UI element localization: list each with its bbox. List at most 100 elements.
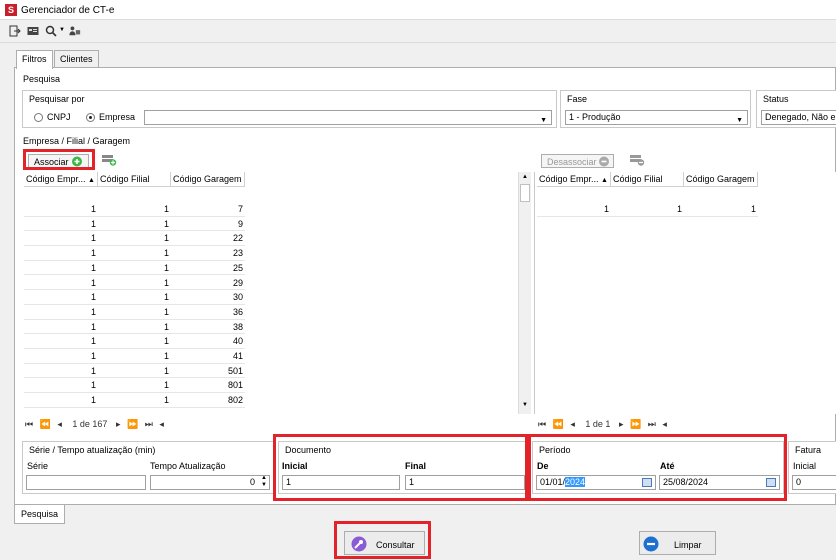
exit-icon[interactable] [9,25,21,37]
add-all-icon[interactable] [101,154,117,166]
empresa-section-title: Empresa / Filial / Garagem [23,136,131,146]
right-col-codigo-garagem[interactable]: Código Garagem [684,172,758,187]
last-page-icon[interactable]: ⏭ [145,419,153,429]
calendar-icon[interactable] [766,478,776,487]
left-table-row[interactable]: 1 1 501 [24,363,245,379]
users-icon[interactable] [69,25,81,37]
next-page-icon[interactable]: ▸ [619,419,624,429]
left-table-cell: 1 [90,321,96,332]
next-block-icon[interactable]: ⏩ [630,419,641,429]
left-col-codigo-empresa[interactable]: Código Empr... ▲ [24,172,98,187]
empresa-label: Empresa [99,112,136,122]
consultar-label: Consultar [376,540,415,550]
scroll-up-icon[interactable]: ▲ [522,174,528,180]
left-table-row[interactable]: 1 1 801 [24,378,245,394]
left-table-cell: 36 [232,306,243,317]
left-table-row[interactable]: 1 1 23 [24,246,245,261]
ate-date-value: 25/08/2024 [663,477,709,487]
calendar-icon[interactable] [642,478,652,487]
left-table-row[interactable]: 1 1 38 [24,319,245,335]
prev-page-icon[interactable]: ◂ [57,419,62,429]
left-table-cell: 1 [163,306,169,317]
prev-block-icon[interactable]: ⏪ [40,419,51,429]
scroll-thumb[interactable] [520,184,530,202]
left-table-cell: 1 [90,395,96,406]
first-page-icon[interactable]: ⏮ [25,419,33,429]
left-table-cell: 1 [163,380,169,391]
left-col-codigo-garagem[interactable]: Código Garagem [171,172,245,187]
left-table-cell: 1 [163,351,169,361]
chevron-down-icon[interactable]: ▼ [59,27,65,33]
left-table-cell: 1 [163,336,169,347]
sort-asc-icon: ▲ [601,177,608,184]
left-grid-scrollbar[interactable]: ▲ ▼ [518,172,531,414]
left-col-codigo-empresa-label: Código Empr... [26,174,86,184]
prev-block-icon[interactable]: ⏪ [553,419,564,429]
documento-final-label: Final [405,461,427,471]
tempo-input[interactable]: 0 ▲ ▼ [150,475,270,490]
next-block-icon[interactable]: ⏩ [127,419,138,429]
left-table-cell: 23 [232,248,243,259]
left-table-row[interactable]: 1 1 36 [24,304,245,320]
card-icon[interactable] [27,25,39,37]
left-table-cell: 1 [163,292,169,303]
consultar-button[interactable]: Consultar [344,531,425,555]
right-pager: ⏮ ⏪ ◂ 1 de 1 ▸ ⏩ ⏭ ◂ [538,419,738,433]
associar-button[interactable]: Associar [28,154,89,168]
right-col-codigo-empresa[interactable]: Código Empr... ▲ [537,172,611,187]
status-group: Status Denegado, Não en [756,90,836,128]
left-table-cell: 501 [227,365,243,376]
left-table-cell: 1 [163,262,169,273]
cnpj-radio[interactable] [34,113,43,122]
last-page-icon[interactable]: ⏭ [648,419,656,429]
fatura-inicial-input[interactable]: 0 [792,475,836,490]
left-table-row[interactable]: 1 1 22 [24,231,245,247]
documento-title: Documento [285,445,332,455]
left-table-row[interactable]: 1 1 7 [24,202,245,217]
prev-page-icon[interactable]: ◂ [570,419,575,429]
ate-date-input[interactable]: 25/08/2024 [659,475,780,490]
periodo-title: Período [539,445,571,455]
fase-select[interactable]: 1 - Produção ▼ [565,110,748,125]
empresa-radio[interactable] [86,113,95,122]
first-page-icon[interactable]: ⏮ [538,419,546,429]
documento-inicial-label: Inicial [282,461,308,471]
tab-filtros[interactable]: Filtros [16,50,53,69]
hscroll-left-icon[interactable]: ◂ [159,419,164,429]
limpar-button[interactable]: Limpar [639,531,716,555]
left-table-row[interactable]: 1 1 41 [24,349,245,364]
left-table-row[interactable]: 1 1 29 [24,275,245,291]
left-table-row[interactable]: 1 1 9 [24,216,245,232]
right-col-codigo-filial[interactable]: Código Filial [611,172,684,187]
left-table-cell: 1 [90,306,96,317]
de-date-selected: 2024 [565,477,586,487]
spinner-icon[interactable]: ▲ ▼ [261,476,267,489]
pesquisa-title: Pesquisa [23,74,61,84]
left-table-cell: 1 [90,365,96,376]
documento-inicial-input[interactable]: 1 [282,475,400,490]
pesquisar-por-title: Pesquisar por [29,94,85,104]
remove-all-icon[interactable] [629,154,645,166]
left-table-cell: 1 [163,204,169,214]
search-icon[interactable] [45,25,57,37]
next-page-icon[interactable]: ▸ [116,419,121,429]
left-table-cell: 22 [232,233,243,244]
left-col-codigo-filial[interactable]: Código Filial [98,172,171,187]
left-table-row[interactable]: 1 1 30 [24,290,245,305]
left-table-row[interactable]: 1 1 25 [24,260,245,276]
tab-pesquisa[interactable]: Pesquisa [14,505,66,524]
scroll-down-icon[interactable]: ▼ [522,402,528,408]
desassociar-button[interactable]: Desassociar [541,154,614,168]
documento-final-input[interactable]: 1 [405,475,525,490]
tab-clientes[interactable]: Clientes [54,50,99,68]
right-table-row[interactable]: 1 1 1 [537,202,758,217]
left-table-row[interactable]: 1 1 40 [24,334,245,349]
empresa-select[interactable]: ▼ [144,110,552,125]
de-date-input[interactable]: 01/01/2024 [536,475,656,490]
left-pager-text: 1 de 167 [72,419,108,429]
serie-input[interactable] [26,475,146,490]
status-select[interactable]: Denegado, Não en [761,110,836,125]
left-table-row[interactable]: 1 1 802 [24,393,245,408]
hscroll-left-icon[interactable]: ◂ [662,419,667,429]
documento-group: Documento Inicial 1 Final 1 [278,441,528,494]
